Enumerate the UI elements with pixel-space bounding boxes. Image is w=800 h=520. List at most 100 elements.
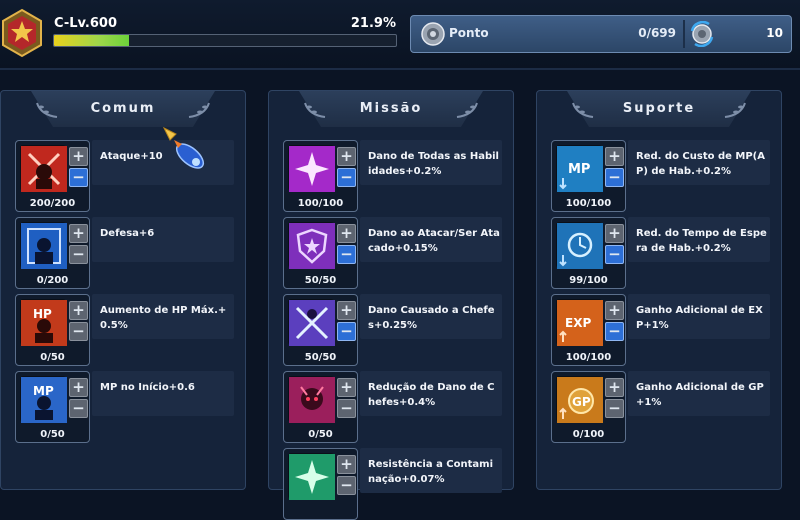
skill-description: Ganho Adicional de EXP+1% xyxy=(636,305,763,331)
skill-description-box: Dano ao Atacar/Ser Atacado+0.15% xyxy=(360,217,502,262)
boss-defense-icon[interactable] xyxy=(288,376,335,423)
skill-description-box: Dano Causado a Chefes+0.25% xyxy=(360,294,502,339)
skill-slot: + − 50/50 xyxy=(283,217,358,289)
skill-description-box: Ganho Adicional de GP+1% xyxy=(628,371,770,416)
skill-description: Aumento de HP Máx.+0.5% xyxy=(100,305,227,331)
skill-slot: HP + − 0/50 xyxy=(15,294,90,366)
increase-button[interactable]: + xyxy=(337,455,356,474)
decrease-button[interactable]: − xyxy=(337,476,356,495)
decrease-button[interactable]: − xyxy=(605,399,624,418)
skill-row: GP + − 0/100 Ganho Adicional de GP+1% xyxy=(551,371,770,443)
skill-slot: + − 50/50 xyxy=(283,294,358,366)
skill-description: Dano ao Atacar/Ser Atacado+0.15% xyxy=(368,228,500,254)
decrease-button[interactable]: − xyxy=(605,168,624,187)
skill-count: 100/100 xyxy=(297,198,344,209)
panel-title: Missão xyxy=(359,101,423,116)
skill-description: Dano Causado a Chefes+0.25% xyxy=(368,305,495,331)
svg-text:GP: GP xyxy=(572,395,591,409)
skill-slot: + − 0/200 xyxy=(15,217,90,289)
decrease-button[interactable]: − xyxy=(605,322,624,341)
skill-description: Dano de Todas as Habilidades+0.2% xyxy=(368,151,499,177)
skill-count: 50/50 xyxy=(304,352,337,363)
xp-progress-bar xyxy=(53,34,397,47)
skill-description: Ganho Adicional de GP+1% xyxy=(636,382,764,408)
skill-description-box: Red. do Custo de MP(AP) de Hab.+0.2% xyxy=(628,140,770,185)
panel-suporte: Suporte MP + − 100/100 Red. do Custo de … xyxy=(536,90,782,490)
skill-row: + − 50/50 Dano Causado a Chefes+0.25% xyxy=(283,294,502,366)
skill-count: 0/100 xyxy=(572,429,605,440)
skill-description-box: Resistência a Contaminação+0.07% xyxy=(360,448,502,493)
xp-progress-fill xyxy=(54,35,129,46)
skill-description: Redução de Dano de Chefes+0.4% xyxy=(368,382,495,408)
decrease-button[interactable]: − xyxy=(605,245,624,264)
skill-row: MP + − 0/50 MP no Início+0.6 xyxy=(15,371,234,443)
skill-count: 0/50 xyxy=(40,352,65,363)
point-label: Ponto xyxy=(449,26,489,40)
increase-button[interactable]: + xyxy=(337,147,356,166)
decrease-button[interactable]: − xyxy=(337,168,356,187)
skill-slot: MP + − 100/100 xyxy=(551,140,626,212)
skill-slot: MP + − 0/50 xyxy=(15,371,90,443)
panel-title: Comum xyxy=(90,101,156,116)
decrease-button[interactable]: − xyxy=(69,399,88,418)
mp-cost-icon[interactable]: MP xyxy=(556,145,603,192)
increase-button[interactable]: + xyxy=(69,378,88,397)
decrease-button[interactable]: − xyxy=(69,322,88,341)
top-bar: C-Lv.600 21.9% Ponto 0/699 10 xyxy=(0,0,800,70)
skill-count: 100/100 xyxy=(565,352,612,363)
decrease-button[interactable]: − xyxy=(337,399,356,418)
skill-row: MP + − 100/100 Red. do Custo de MP(AP) d… xyxy=(551,140,770,212)
increase-button[interactable]: + xyxy=(337,378,356,397)
decrease-button[interactable]: − xyxy=(337,322,356,341)
skill-description-box: Aumento de HP Máx.+0.5% xyxy=(92,294,234,339)
all-skill-damage-icon[interactable] xyxy=(288,145,335,192)
skill-row: HP + − 0/50 Aumento de HP Máx.+0.5% xyxy=(15,294,234,366)
point-coin-icon xyxy=(421,22,445,46)
boss-damage-icon[interactable] xyxy=(288,299,335,346)
decrease-button[interactable]: − xyxy=(337,245,356,264)
skill-slot: + − 100/100 xyxy=(283,140,358,212)
skill-count: 0/50 xyxy=(40,429,65,440)
increase-button[interactable]: + xyxy=(605,378,624,397)
skill-description: Red. do Tempo de Espera de Hab.+0.2% xyxy=(636,228,767,254)
hp-icon[interactable]: HP xyxy=(20,299,67,346)
level-percent: 21.9% xyxy=(350,16,396,31)
cooldown-icon[interactable] xyxy=(556,222,603,269)
level-badge-icon xyxy=(2,8,42,58)
increase-button[interactable]: + xyxy=(605,147,624,166)
level-label: C-Lv.600 xyxy=(54,16,118,31)
attack-icon[interactable] xyxy=(20,145,67,192)
skill-description: MP no Início+0.6 xyxy=(100,382,195,393)
skill-description: Red. do Custo de MP(AP) de Hab.+0.2% xyxy=(636,151,765,177)
exp-icon[interactable]: EXP xyxy=(556,299,603,346)
increase-button[interactable]: + xyxy=(337,224,356,243)
defense-icon[interactable] xyxy=(20,222,67,269)
gp-icon[interactable]: GP xyxy=(556,376,603,423)
skill-slot: + − xyxy=(283,448,358,520)
decrease-button[interactable]: − xyxy=(69,245,88,264)
shield-icon[interactable] xyxy=(288,222,335,269)
increase-button[interactable]: + xyxy=(69,147,88,166)
point-panel: Ponto 0/699 10 xyxy=(410,15,792,53)
skill-row: + − 50/50 Dano ao Atacar/Ser Atacado+0.1… xyxy=(283,217,502,289)
increase-button[interactable]: + xyxy=(605,301,624,320)
panel-missao: Missão + − 100/100 Dano de Todas as Habi… xyxy=(268,90,514,520)
divider xyxy=(683,20,685,48)
increase-button[interactable]: + xyxy=(337,301,356,320)
increase-button[interactable]: + xyxy=(69,224,88,243)
skill-row: + − 100/100 Dano de Todas as Habilidades… xyxy=(283,140,502,212)
skill-row: EXP + − 100/100 Ganho Adicional de EXP+1… xyxy=(551,294,770,366)
increase-button[interactable]: + xyxy=(605,224,624,243)
skill-description: Defesa+6 xyxy=(100,228,155,239)
increase-button[interactable]: + xyxy=(69,301,88,320)
reset-points-icon[interactable] xyxy=(689,21,715,47)
skill-slot: + − 0/50 xyxy=(283,371,358,443)
svg-text:EXP: EXP xyxy=(565,316,591,330)
skill-slot: + − 200/200 xyxy=(15,140,90,212)
rocket-cursor-icon xyxy=(162,126,205,169)
mp-icon[interactable]: MP xyxy=(20,376,67,423)
decrease-button[interactable]: − xyxy=(69,168,88,187)
skill-count: 100/100 xyxy=(565,198,612,209)
contamination-icon[interactable] xyxy=(288,453,335,500)
skill-slot: + − 99/100 xyxy=(551,217,626,289)
